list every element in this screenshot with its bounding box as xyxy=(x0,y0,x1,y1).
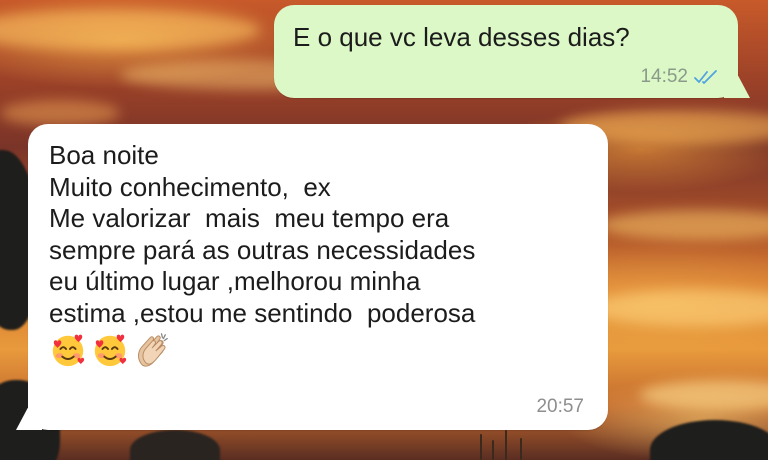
message-line: eu último lugar ,melhorou minha xyxy=(49,266,421,296)
smiling-face-with-hearts-emoji xyxy=(94,334,127,367)
incoming-message-text: Boa noite Muito conhecimento, ex Me valo… xyxy=(49,140,599,369)
outgoing-message-text: E o que vc leva desses dias? xyxy=(293,22,630,52)
message-line: Muito conhecimento, ex xyxy=(49,171,331,202)
message-line: sempre pará as outras necessidades xyxy=(49,234,476,265)
wallpaper-grass xyxy=(492,440,494,460)
incoming-message-time: 20:57 xyxy=(536,396,584,417)
wallpaper-cloud xyxy=(640,380,768,410)
wallpaper-cloud xyxy=(0,10,260,50)
smiling-face-with-hearts-emoji xyxy=(52,334,85,367)
emoji-row xyxy=(49,331,599,369)
outgoing-message-bubble[interactable]: E o que vc leva desses dias? 14:52 xyxy=(274,5,750,98)
wallpaper-grass xyxy=(505,430,507,460)
clapping-hands-emoji xyxy=(137,333,168,367)
wallpaper-tree xyxy=(650,420,768,460)
wallpaper-cloud xyxy=(0,100,120,126)
wallpaper-grass xyxy=(520,438,522,460)
message-line: Boa noite xyxy=(49,140,159,170)
wallpaper-grass xyxy=(480,434,482,460)
double-check-read-icon xyxy=(694,70,717,84)
wallpaper-cloud xyxy=(600,210,768,240)
wallpaper-cloud xyxy=(590,290,768,326)
outgoing-message-time: 14:52 xyxy=(640,66,688,87)
incoming-message-bubble[interactable]: Boa noite Muito conhecimento, ex Me valo… xyxy=(16,124,608,430)
message-line: estima ,estou me sentindo poderosa xyxy=(49,297,476,328)
wallpaper-tree xyxy=(130,430,220,460)
outgoing-message-meta: 14:52 xyxy=(640,66,720,88)
message-line: Me valorizar mais meu tempo era xyxy=(49,203,450,233)
